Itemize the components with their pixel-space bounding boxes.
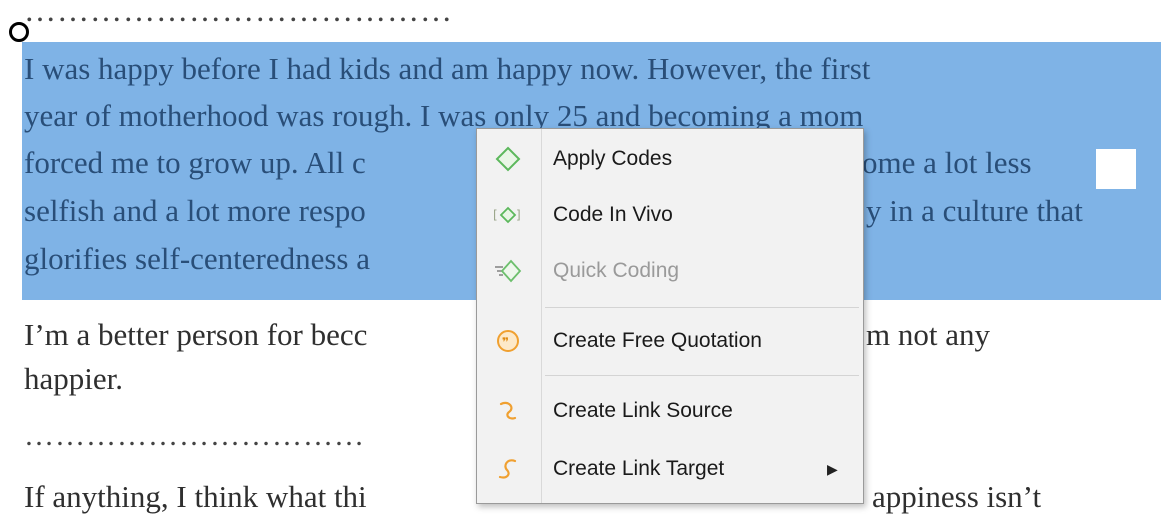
quotation-icon: ❞: [493, 326, 523, 356]
menu-item-create-free-quotation[interactable]: ❞ Create Free Quotation: [477, 313, 863, 369]
menu-item-apply-codes[interactable]: Apply Codes: [477, 131, 863, 187]
menu-item-label: Create Link Target: [553, 457, 725, 480]
menu-item-quick-coding[interactable]: Quick Coding: [477, 243, 863, 299]
menu-item-create-link-source[interactable]: Create Link Source: [477, 383, 863, 439]
selection-anchor-handle[interactable]: [9, 22, 29, 42]
menu-item-label: Quick Coding: [553, 259, 680, 282]
in-vivo-icon: [ ]: [493, 200, 523, 230]
context-menu: Apply Codes [ ] Code In Vivo Quick Codin…: [476, 128, 864, 504]
svg-text:❞: ❞: [502, 335, 509, 349]
paragraph-3-left[interactable]: If anything, I think what thi: [24, 478, 367, 516]
menu-separator: [545, 307, 859, 308]
link-target-icon: [493, 454, 523, 484]
selected-line-4[interactable]: selfish and a lot more respo: [24, 192, 366, 230]
selected-line-5[interactable]: glorifies self-centeredness a: [24, 240, 370, 278]
selected-line-1[interactable]: I was happy before I had kids and am hap…: [24, 50, 870, 88]
selected-line-3[interactable]: forced me to grow up. All c: [24, 144, 366, 182]
svg-text:[: [: [493, 208, 498, 222]
paragraph-2-line-2[interactable]: happier.: [24, 360, 123, 398]
selection-gap: [1096, 149, 1136, 189]
paragraph-2-line-1-right[interactable]: m not any: [866, 316, 990, 354]
quick-coding-icon: [493, 256, 523, 286]
menu-item-label: Apply Codes: [553, 147, 673, 170]
selected-line-4-tail[interactable]: y in a culture that: [866, 192, 1083, 230]
svg-text:]: ]: [516, 208, 521, 222]
selected-line-3-tail[interactable]: ome a lot less: [862, 144, 1032, 182]
menu-item-label: Create Link Source: [553, 399, 733, 422]
menu-item-create-link-target[interactable]: Create Link Target ▶: [477, 441, 863, 497]
menu-item-code-in-vivo[interactable]: [ ] Code In Vivo: [477, 187, 863, 243]
menu-item-label: Code In Vivo: [553, 203, 673, 226]
menu-separator: [545, 375, 859, 376]
submenu-arrow-icon: ▶: [827, 460, 838, 477]
paragraph-3-right[interactable]: appiness isn’t: [872, 478, 1041, 516]
diamond-icon: [493, 144, 523, 174]
dotted-separator-middle: ……………………………: [24, 419, 365, 452]
paragraph-2-line-1-left[interactable]: I’m a better person for becc: [24, 316, 367, 354]
menu-item-label: Create Free Quotation: [553, 329, 762, 352]
link-source-icon: [493, 396, 523, 426]
dotted-separator-top: …………………………………: [24, 0, 453, 28]
